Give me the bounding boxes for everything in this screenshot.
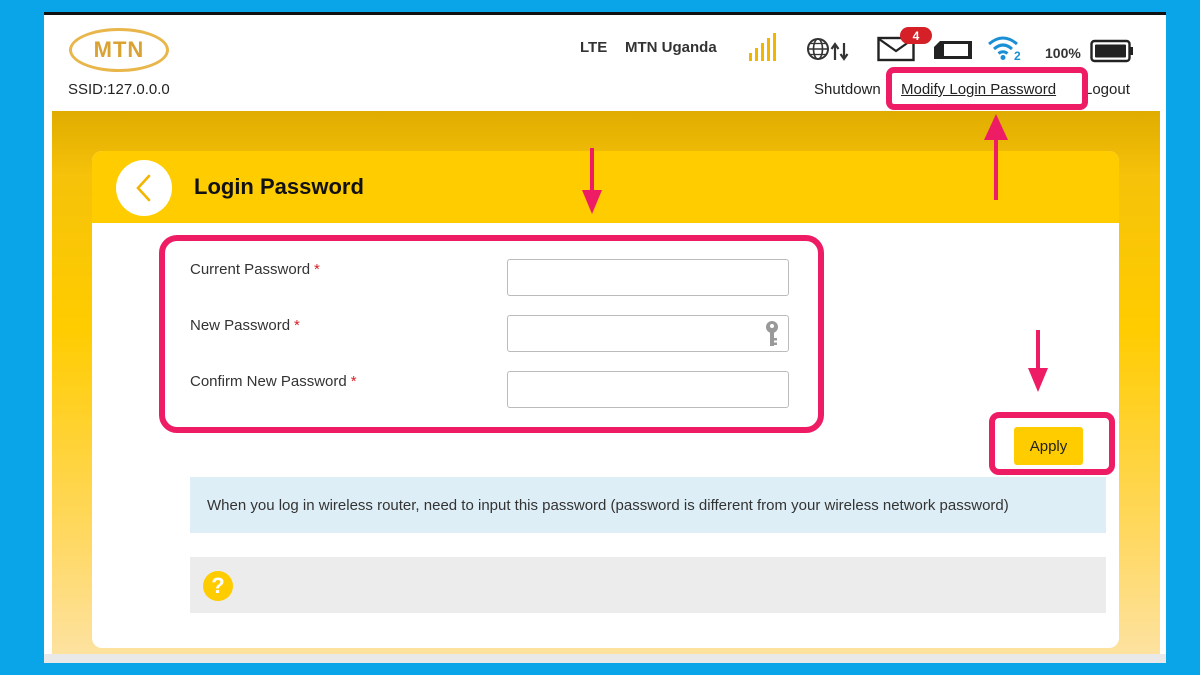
signal-bar [755,48,758,61]
highlight-password-form [159,235,824,433]
arrow-down-to-apply-icon [1028,330,1048,392]
highlight-modify-link [886,67,1088,110]
shutdown-link[interactable]: Shutdown [814,81,881,98]
wifi-client-count: 2 [1014,49,1021,63]
signal-bar [749,53,752,61]
unread-messages-badge: 4 [900,27,932,44]
page-title: Login Password [194,174,364,199]
sim-card-icon [934,41,972,59]
logo-text: MTN [93,37,145,62]
info-text: When you log in wireless router, need to… [207,496,1009,514]
info-message: When you log in wireless router, need to… [190,477,1106,533]
battery-percent: 100% [1045,45,1081,61]
card-header: Login Password [92,151,1119,223]
mtn-logo: MTN [69,28,169,72]
signal-bars-icon [749,33,777,61]
ssid-label: SSID:127.0.0.0 [68,81,170,98]
carrier-name: MTN Uganda [625,39,717,56]
back-button[interactable] [116,160,172,216]
arrow-down-to-form-icon [582,148,602,214]
logout-link[interactable]: Logout [1084,81,1130,98]
signal-bar [767,38,770,61]
back-arrow-icon [136,174,151,202]
arrow-up-to-link-icon [984,114,1008,200]
help-panel: ? [190,557,1106,613]
footer-strip [44,654,1166,663]
help-icon[interactable]: ? [203,571,233,601]
signal-bar [761,43,764,61]
highlight-apply-button [989,412,1115,475]
network-type: LTE [580,39,608,56]
signal-bar [773,33,776,61]
globe-data-icon [807,38,849,61]
help-symbol: ? [211,573,225,598]
battery-icon [1090,39,1133,63]
